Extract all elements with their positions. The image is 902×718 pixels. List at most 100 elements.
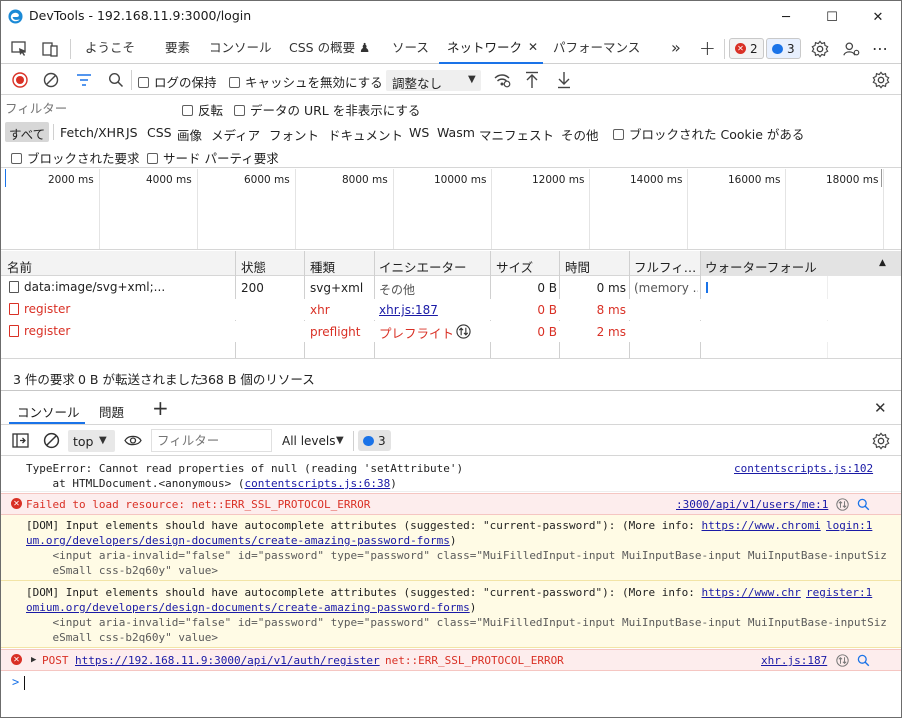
blocked-cookies-checkbox[interactable]: ブロックされた Cookie がある bbox=[613, 124, 804, 143]
tab-css-overview[interactable]: CSS の概要 ♟ bbox=[289, 39, 370, 63]
network-request-icon[interactable] bbox=[836, 498, 849, 511]
warning-element-line2[interactable]: eSmall css-b2q60y" value> bbox=[26, 630, 218, 645]
table-row[interactable]: data:image/svg+xml;... 200 svg+xml その他 0… bbox=[1, 277, 901, 298]
request-name-cell[interactable]: register bbox=[9, 324, 233, 338]
context-select[interactable]: top ▼ bbox=[68, 430, 115, 452]
column-header-name[interactable]: 名前 bbox=[7, 257, 32, 276]
type-filter-img[interactable]: 画像 bbox=[177, 125, 202, 144]
console-source-link[interactable]: xhr.js:187 bbox=[761, 653, 827, 668]
device-emulation-icon[interactable] bbox=[42, 41, 59, 57]
console-source-link[interactable]: contentscripts.js:102 bbox=[734, 461, 873, 476]
customize-users-icon[interactable] bbox=[843, 40, 861, 58]
tab-welcome[interactable]: ようこそ bbox=[85, 39, 135, 63]
checkbox-box[interactable] bbox=[138, 77, 149, 88]
drawer-tab-console[interactable]: コンソール bbox=[17, 402, 80, 421]
console-prompt-row[interactable]: > bbox=[1, 673, 901, 695]
export-har-icon[interactable] bbox=[556, 71, 572, 89]
blocked-requests-checkbox[interactable]: ブロックされた要求 bbox=[11, 148, 140, 167]
sort-ascending-icon[interactable]: ▲ bbox=[879, 258, 886, 268]
tab-console[interactable]: コンソール bbox=[209, 39, 272, 63]
type-filter-font[interactable]: フォント bbox=[269, 125, 319, 144]
checkbox-box[interactable] bbox=[229, 77, 240, 88]
type-filter-doc[interactable]: ドキュメント bbox=[328, 125, 403, 144]
errors-badge[interactable]: ✕ 2 bbox=[729, 38, 764, 59]
close-tab-icon[interactable]: ✕ bbox=[528, 40, 538, 54]
network-settings-gear-icon[interactable] bbox=[872, 71, 890, 89]
checkbox-box[interactable] bbox=[234, 105, 245, 116]
settings-gear-icon[interactable] bbox=[811, 40, 829, 58]
import-har-icon[interactable] bbox=[524, 71, 540, 89]
type-filter-js[interactable]: JS bbox=[126, 125, 138, 140]
clear-console-icon[interactable] bbox=[43, 432, 60, 449]
search-request-icon[interactable] bbox=[857, 498, 870, 511]
type-filter-ws[interactable]: WS bbox=[409, 125, 429, 140]
request-name-cell[interactable]: register bbox=[9, 302, 233, 316]
invert-checkbox[interactable]: 反転 bbox=[182, 100, 223, 119]
filter-icon[interactable] bbox=[76, 73, 92, 87]
drawer-close-icon[interactable]: ✕ bbox=[874, 399, 887, 417]
hide-data-urls-checkbox[interactable]: データの URL を非表示にする bbox=[234, 100, 420, 119]
more-options-icon[interactable]: ⋯ bbox=[872, 39, 889, 58]
third-party-checkbox[interactable]: サード パーティ要求 bbox=[147, 148, 279, 167]
request-initiator-link[interactable]: xhr.js:187 bbox=[379, 303, 438, 317]
warning-more-info-link[interactable]: https://www.chr bbox=[702, 586, 801, 599]
disable-cache-checkbox[interactable]: キャッシュを無効にする bbox=[229, 72, 383, 91]
console-settings-gear-icon[interactable] bbox=[872, 432, 890, 450]
preserve-log-checkbox[interactable]: ログの保持 bbox=[138, 72, 217, 91]
column-header-waterfall[interactable]: ウォーターフォール bbox=[705, 257, 817, 276]
network-request-icon[interactable] bbox=[836, 654, 849, 667]
column-header-status[interactable]: 状態 bbox=[241, 257, 266, 276]
column-header-initiator[interactable]: イニシエーター bbox=[379, 257, 467, 276]
close-window-button[interactable]: ✕ bbox=[855, 1, 901, 33]
console-source-link[interactable]: register:1 bbox=[806, 585, 872, 600]
network-conditions-icon[interactable] bbox=[493, 72, 511, 88]
search-request-icon[interactable] bbox=[857, 654, 870, 667]
console-messages-badge[interactable]: 3 bbox=[358, 430, 391, 451]
tab-network-container[interactable]: ネットワーク ✕ bbox=[439, 33, 543, 64]
drawer-add-tab-icon[interactable]: + bbox=[152, 396, 169, 420]
add-tab-icon[interactable]: + bbox=[699, 36, 716, 60]
drawer-tab-issues[interactable]: 問題 bbox=[99, 402, 124, 421]
request-url-link[interactable]: https://192.168.11.9:3000/api/v1/auth/re… bbox=[75, 653, 380, 668]
warning-element-line1[interactable]: <input aria-invalid="false" id="password… bbox=[26, 615, 886, 630]
column-header-type[interactable]: 種類 bbox=[310, 257, 335, 276]
type-filter-wasm[interactable]: Wasm bbox=[437, 125, 475, 140]
column-header-time[interactable]: 時間 bbox=[565, 257, 590, 276]
request-name-cell[interactable]: data:image/svg+xml;... bbox=[9, 280, 233, 294]
warning-more-info-link-continued[interactable]: um.org/developers/design-documents/creat… bbox=[26, 534, 450, 547]
messages-badge[interactable]: 3 bbox=[766, 38, 801, 59]
tab-performance[interactable]: パフォーマンス bbox=[553, 39, 640, 63]
checkbox-box[interactable] bbox=[147, 153, 158, 164]
preflight-swap-icon[interactable] bbox=[456, 324, 471, 339]
maximize-button[interactable]: ☐ bbox=[809, 1, 855, 33]
checkbox-box[interactable] bbox=[182, 105, 193, 116]
tab-network[interactable]: ネットワーク bbox=[447, 39, 522, 63]
console-sidebar-toggle-icon[interactable] bbox=[12, 433, 29, 448]
log-levels-select[interactable]: All levels ▼ bbox=[279, 430, 349, 452]
tab-elements[interactable]: 要素 bbox=[165, 39, 190, 63]
network-filter-input[interactable] bbox=[5, 98, 173, 118]
warning-element-line2[interactable]: eSmall css-b2q60y" value> bbox=[26, 563, 218, 578]
expand-triangle-icon[interactable]: ▶ bbox=[31, 653, 36, 668]
type-filter-css[interactable]: CSS bbox=[147, 125, 172, 140]
table-row[interactable]: register preflight プレフライト 0 B 2 ms bbox=[1, 321, 901, 342]
console-source-link[interactable]: :3000/api/v1/users/me:1 bbox=[676, 497, 828, 512]
throttling-select[interactable]: 調整なし ▼ bbox=[386, 70, 481, 91]
live-expression-eye-icon[interactable] bbox=[124, 434, 142, 447]
clear-icon[interactable] bbox=[43, 72, 59, 88]
console-source-link[interactable]: login:1 bbox=[826, 518, 872, 533]
inspect-element-icon[interactable] bbox=[11, 41, 28, 57]
checkbox-box[interactable] bbox=[11, 153, 22, 164]
warning-element-line1[interactable]: <input aria-invalid="false" id="password… bbox=[26, 548, 886, 563]
console-filter-input[interactable] bbox=[151, 429, 272, 452]
type-filter-other[interactable]: その他 bbox=[561, 125, 599, 144]
type-filter-media[interactable]: メディア bbox=[211, 125, 260, 144]
column-header-fulfilled[interactable]: フルフィ… bbox=[634, 257, 696, 276]
type-filter-fetch-xhr[interactable]: Fetch/XHR bbox=[60, 125, 125, 140]
type-filter-all[interactable]: すべて bbox=[5, 122, 49, 142]
more-tabs-icon[interactable]: » bbox=[671, 38, 681, 57]
column-header-waterfall-bg[interactable]: ウォーターフォール ▲ bbox=[701, 251, 901, 276]
warning-more-info-link-continued[interactable]: omium.org/developers/design-documents/cr… bbox=[26, 601, 470, 614]
table-row[interactable]: register xhr xhr.js:187 0 B 8 ms bbox=[1, 299, 901, 320]
warning-more-info-link[interactable]: https://www.chromi bbox=[702, 519, 821, 532]
